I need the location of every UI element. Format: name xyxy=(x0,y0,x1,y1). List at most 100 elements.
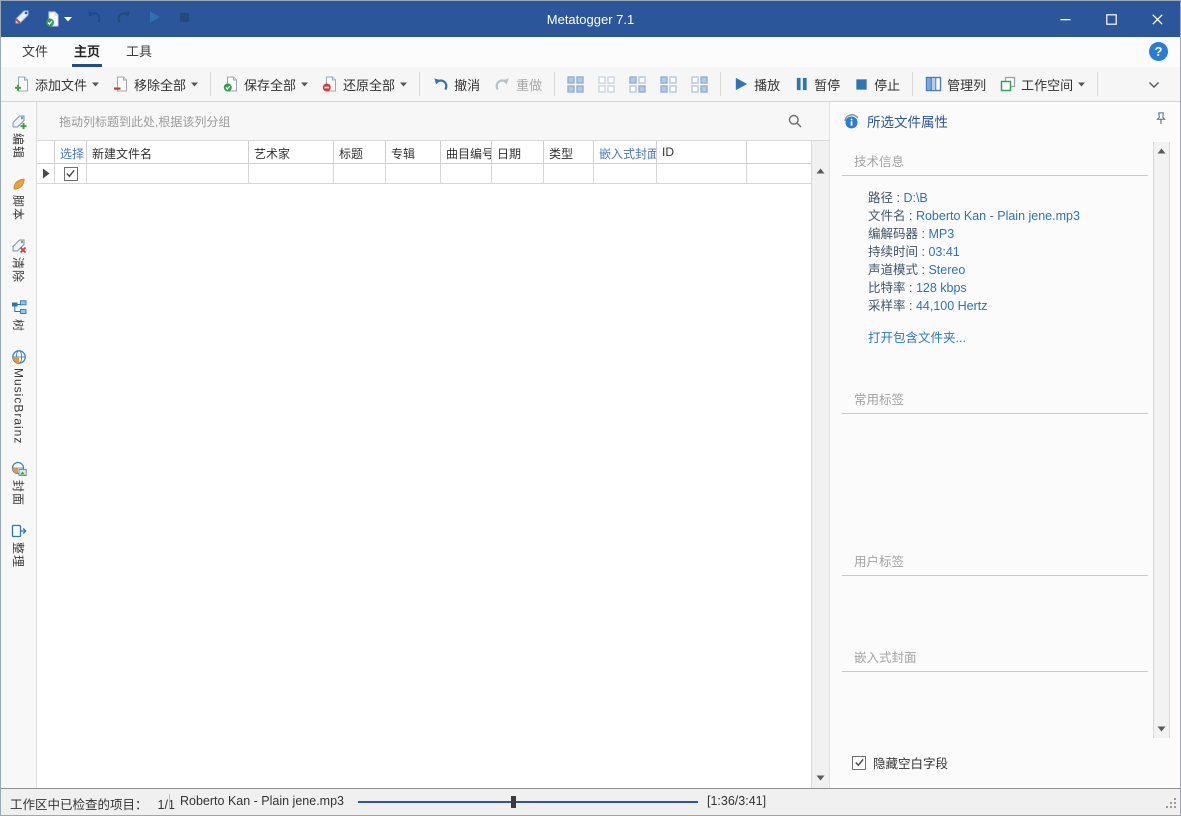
sidebar-item-label: 清除 xyxy=(10,257,27,283)
sidebar-item-clear[interactable]: 清除 xyxy=(10,238,27,283)
maximize-button[interactable] xyxy=(1088,1,1134,37)
quick-stop-button[interactable] xyxy=(176,9,192,30)
check-selected-button[interactable] xyxy=(653,70,684,99)
add-files-label: 添加文件 xyxy=(35,75,87,94)
grid-header-row: 选择 新建文件名 艺术家 标题 专辑 曲目编号 日期 类型 嵌入式封面 ID xyxy=(37,141,811,164)
grid-vertical-scrollbar[interactable] xyxy=(811,141,829,788)
save-all-icon xyxy=(223,76,239,92)
tree-icon xyxy=(11,300,27,316)
column-header-album[interactable]: 专辑 xyxy=(386,141,441,163)
quick-play-button[interactable] xyxy=(146,9,162,30)
file-grid: 选择 新建文件名 艺术家 标题 专辑 曲目编号 日期 类型 嵌入式封面 ID xyxy=(37,141,829,788)
remove-all-button[interactable]: 移除全部 xyxy=(106,70,205,99)
play-button[interactable]: 播放 xyxy=(726,70,787,99)
quick-undo-button[interactable] xyxy=(86,9,102,30)
column-header-select[interactable]: 选择 xyxy=(55,141,87,163)
sidebar-item-label: 编辑 xyxy=(10,133,27,159)
scroll-up-button[interactable] xyxy=(1154,143,1169,159)
column-header-title[interactable]: 标题 xyxy=(334,141,386,163)
chevron-down-icon xyxy=(400,82,407,87)
properties-vertical-scrollbar[interactable] xyxy=(1153,142,1170,738)
sidebar-item-script[interactable]: 脚本 xyxy=(10,176,27,221)
column-header-date[interactable]: 日期 xyxy=(492,141,544,163)
checked-items-label: 工作区中已检查的项目： xyxy=(10,798,148,812)
help-button[interactable]: ? xyxy=(1149,42,1168,61)
workspace-button[interactable]: 工作空间 xyxy=(993,70,1092,99)
sidebar-item-label: 脚本 xyxy=(10,195,27,221)
collapse-ribbon-button[interactable] xyxy=(1134,77,1174,92)
minimize-button[interactable] xyxy=(1042,1,1088,37)
column-header-marker xyxy=(37,141,55,163)
redo-button[interactable]: 重做 xyxy=(487,70,549,99)
stop-button[interactable]: 停止 xyxy=(847,70,907,99)
close-button[interactable] xyxy=(1134,1,1180,37)
stop-icon xyxy=(854,77,869,92)
chevron-down-icon xyxy=(64,17,72,22)
quick-redo-button[interactable] xyxy=(116,9,132,30)
field-filename: 文件名 : Roberto Kan - Plain jene.mp3 xyxy=(868,207,1148,225)
section-title-user-tags: 用户标签 xyxy=(842,542,1148,576)
tab-tools[interactable]: 工具 xyxy=(113,36,165,67)
scroll-up-button[interactable] xyxy=(812,162,829,179)
field-bitrate: 比特率 : 128 kbps xyxy=(868,279,1148,297)
restore-all-label: 还原全部 xyxy=(343,75,395,94)
table-row[interactable] xyxy=(37,164,811,184)
toolbar-separator xyxy=(1097,72,1098,96)
hide-blank-fields-option[interactable]: 隐藏空白字段 xyxy=(852,753,948,772)
scroll-down-button[interactable] xyxy=(1154,721,1169,737)
sidebar-item-edit[interactable]: 编辑 xyxy=(10,114,27,159)
column-header-genre[interactable]: 类型 xyxy=(544,141,594,163)
quick-save-all-button[interactable] xyxy=(45,11,72,27)
hide-blank-fields-label: 隐藏空白字段 xyxy=(873,753,948,772)
field-path: 路径 : D:\B xyxy=(868,189,1148,207)
uncheck-all-button[interactable] xyxy=(591,70,622,99)
invert-check-button[interactable] xyxy=(622,70,653,99)
tab-file[interactable]: 文件 xyxy=(9,36,61,67)
group-by-bar[interactable]: 拖动列标题到此处,根据该列分组 xyxy=(37,102,829,141)
titlebar[interactable]: Metatogger 7.1 xyxy=(1,1,1180,37)
seek-slider[interactable] xyxy=(358,801,698,803)
resize-grip[interactable] xyxy=(1166,798,1177,812)
tab-home[interactable]: 主页 xyxy=(61,36,113,67)
restore-all-button[interactable]: 还原全部 xyxy=(315,70,414,99)
column-header-embedded-cover[interactable]: 嵌入式封面 xyxy=(594,141,657,163)
pause-button[interactable]: 暂停 xyxy=(787,70,847,99)
manage-columns-button[interactable]: 管理列 xyxy=(918,70,993,99)
hide-blank-fields-checkbox[interactable] xyxy=(852,756,866,770)
sidebar-item-organize[interactable]: 整理 xyxy=(10,523,27,568)
uncheck-selected-button[interactable] xyxy=(684,70,715,99)
row-checkbox[interactable] xyxy=(64,167,78,181)
field-sample-rate: 采样率 : 44,100 Hertz xyxy=(868,297,1148,315)
field-codec: 编解码器 : MP3 xyxy=(868,225,1148,243)
check-icon xyxy=(65,168,76,179)
pause-icon xyxy=(794,76,809,92)
status-separator xyxy=(169,794,170,809)
triangle-up-icon xyxy=(1157,148,1166,154)
pin-button[interactable] xyxy=(1153,111,1168,131)
metatogger-window: Metatogger 7.1 文件 主页 工具 ? 添加文件 移除全部 xyxy=(0,0,1181,816)
chevron-down-icon xyxy=(301,82,308,87)
sidebar-item-label: 整理 xyxy=(10,542,27,568)
column-header-id[interactable]: ID xyxy=(657,141,747,163)
close-icon xyxy=(1152,14,1163,25)
column-header-filler xyxy=(747,141,811,163)
column-header-artist[interactable]: 艺术家 xyxy=(249,141,334,163)
check-all-button[interactable] xyxy=(560,70,591,99)
sidebar-item-cover[interactable]: 封面 xyxy=(10,461,27,506)
open-containing-folder-link[interactable]: 打开包含文件夹... xyxy=(868,327,966,346)
add-files-button[interactable]: 添加文件 xyxy=(7,70,106,99)
remove-all-label: 移除全部 xyxy=(134,75,186,94)
scroll-down-button[interactable] xyxy=(812,769,829,786)
undo-button[interactable]: 撤消 xyxy=(425,70,487,99)
column-header-new-filename[interactable]: 新建文件名 xyxy=(87,141,249,163)
save-all-button[interactable]: 保存全部 xyxy=(216,70,315,99)
row-album-cell xyxy=(386,164,441,183)
row-genre-cell xyxy=(544,164,594,183)
sidebar-item-musicbrainz[interactable]: MusicBrainz xyxy=(11,349,27,444)
seek-thumb[interactable] xyxy=(511,796,516,808)
column-header-track-number[interactable]: 曲目编号 xyxy=(441,141,492,163)
properties-content: 技术信息 路径 : D:\B 文件名 : Roberto Kan - Plain… xyxy=(842,142,1170,738)
sidebar-item-tree[interactable]: 树 xyxy=(10,300,27,332)
search-button[interactable] xyxy=(787,113,803,129)
now-playing-filename: Roberto Kan - Plain jene.mp3 xyxy=(180,794,344,808)
